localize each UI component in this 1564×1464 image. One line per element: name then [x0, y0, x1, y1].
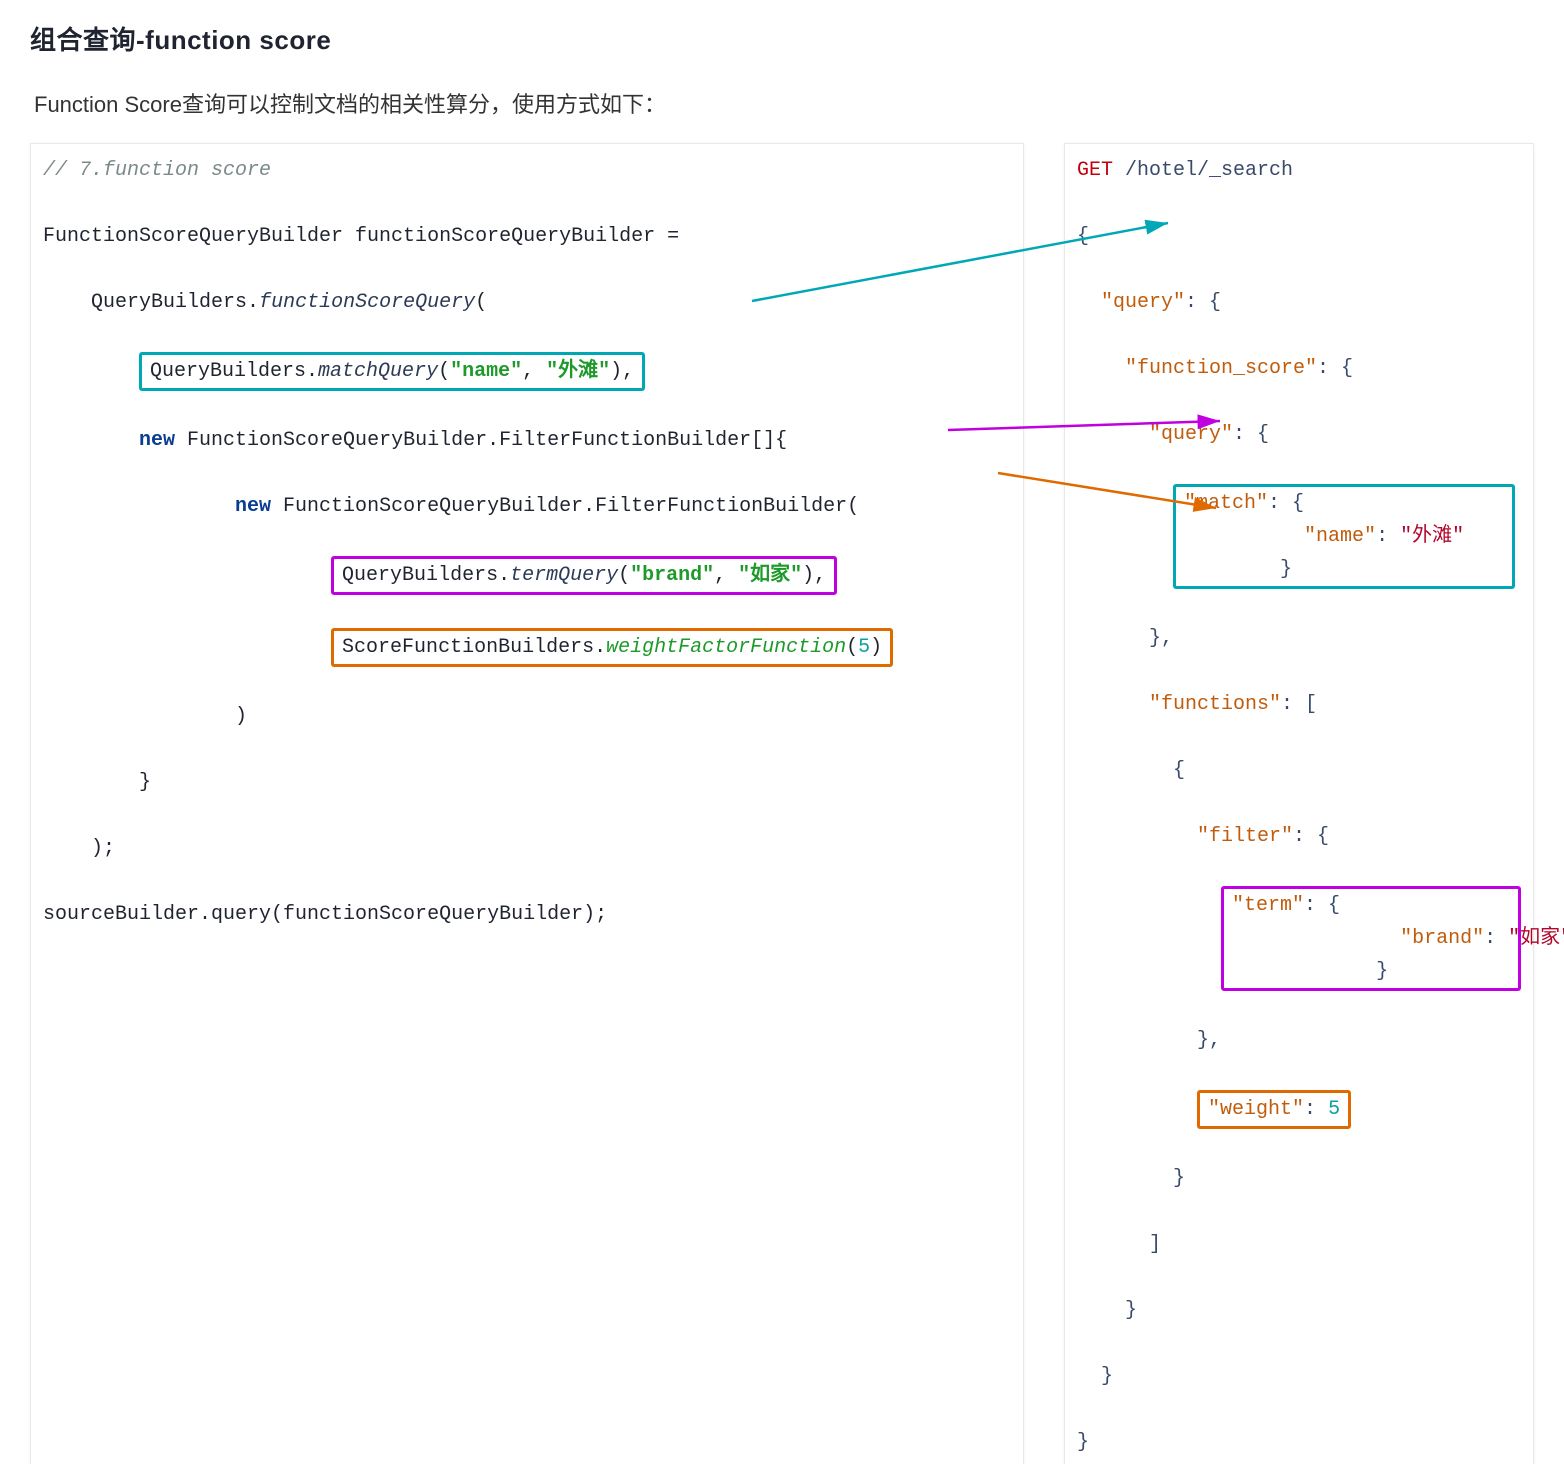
java-code: // 7.function score FunctionScoreQueryBu…	[31, 154, 1023, 964]
json-line: }	[1065, 1360, 1533, 1393]
json-line: "filter": {	[1065, 820, 1533, 853]
json-line: {	[1065, 220, 1533, 253]
code-line: FunctionScoreQueryBuilder functionScoreQ…	[31, 220, 1023, 253]
code-line: )	[31, 700, 1023, 733]
highlight-weight-function: ScoreFunctionBuilders.weightFactorFuncti…	[331, 628, 893, 667]
page-title: 组合查询-function score	[30, 20, 1534, 57]
code-comment: // 7.function score	[43, 159, 271, 182]
highlight-match-query: QueryBuilders.matchQuery("name", "外滩"),	[139, 352, 645, 391]
code-line-term: QueryBuilders.termQuery("brand", "如家"),	[31, 556, 1023, 595]
code-line: new FunctionScoreQueryBuilder.FilterFunc…	[31, 490, 1023, 523]
highlight-json-match: "match": { "name": "外滩" }	[1173, 484, 1515, 589]
json-line-match: "match": { "name": "外滩" }	[1065, 484, 1533, 589]
json-line: "query": {	[1065, 286, 1533, 319]
content-container: // 7.function score FunctionScoreQueryBu…	[30, 143, 1534, 1464]
json-line: {	[1065, 754, 1533, 787]
highlight-json-weight: "weight": 5	[1197, 1090, 1351, 1129]
code-line-match: QueryBuilders.matchQuery("name", "外滩"),	[31, 352, 1023, 391]
json-line: "function_score": {	[1065, 352, 1533, 385]
json-code-panel: GET /hotel/_search { "query": { "functio…	[1064, 143, 1534, 1464]
code-line: QueryBuilders.functionScoreQuery(	[31, 286, 1023, 319]
code-line: new FunctionScoreQueryBuilder.FilterFunc…	[31, 424, 1023, 457]
json-line: ]	[1065, 1228, 1533, 1261]
json-line: },	[1065, 1024, 1533, 1057]
code-line: }	[31, 766, 1023, 799]
json-line: "functions": [	[1065, 688, 1533, 721]
description-text: Function Score查询可以控制文档的相关性算分，使用方式如下：	[30, 87, 1534, 119]
highlight-json-term: "term": { "brand": "如家" }	[1221, 886, 1521, 991]
json-line: }	[1065, 1162, 1533, 1195]
json-line: }	[1065, 1426, 1533, 1459]
json-line-term: "term": { "brand": "如家" }	[1065, 886, 1533, 991]
highlight-term-query: QueryBuilders.termQuery("brand", "如家"),	[331, 556, 837, 595]
code-line: );	[31, 832, 1023, 865]
json-line: }	[1065, 1294, 1533, 1327]
code-line: sourceBuilder.query(functionScoreQueryBu…	[31, 898, 1023, 931]
json-line: GET /hotel/_search	[1065, 154, 1533, 187]
java-code-panel: // 7.function score FunctionScoreQueryBu…	[30, 143, 1024, 1464]
json-line: },	[1065, 622, 1533, 655]
json-line: "query": {	[1065, 418, 1533, 451]
json-line-weight: "weight": 5	[1065, 1090, 1533, 1129]
code-line-weight: ScoreFunctionBuilders.weightFactorFuncti…	[31, 628, 1023, 667]
json-code: GET /hotel/_search { "query": { "functio…	[1065, 154, 1533, 1464]
